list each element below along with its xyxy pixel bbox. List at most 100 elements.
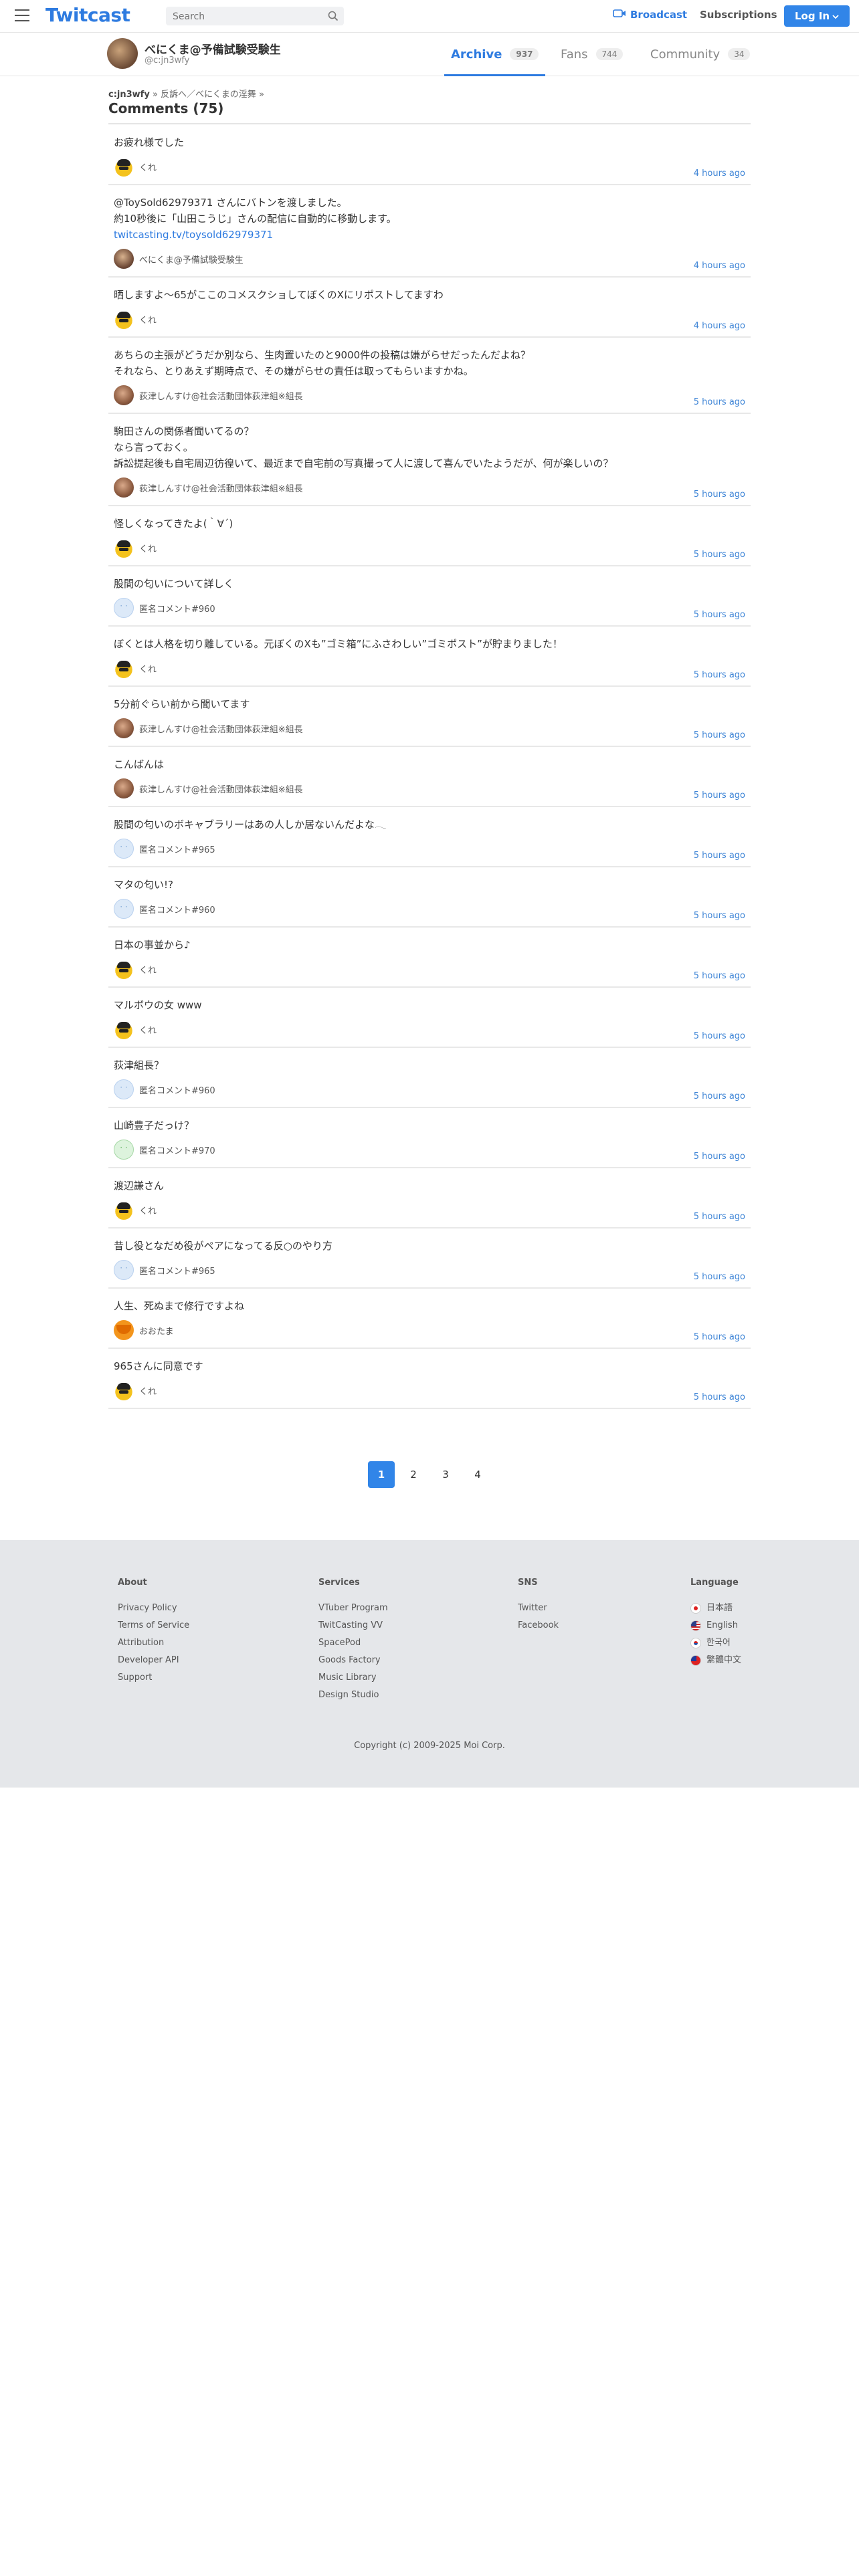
user-name[interactable]: くれ [139, 963, 157, 976]
comment-link[interactable]: twitcasting.tv/toysold62979371 [114, 227, 751, 243]
search-input[interactable] [171, 9, 321, 24]
user-name[interactable]: べにくま@予備試験受験生 [139, 253, 244, 265]
user-name[interactable]: くれ [139, 662, 157, 675]
comment-author[interactable]: 匿名コメント#965 [114, 838, 751, 859]
user-name[interactable]: くれ [139, 1204, 157, 1216]
breadcrumb-movie[interactable]: 反訴へ／べにくまの淫舞 [161, 90, 256, 100]
comment-timestamp[interactable]: 5 hours ago [694, 670, 745, 680]
comment-author[interactable]: くれ [114, 537, 751, 558]
comment-timestamp[interactable]: 5 hours ago [694, 790, 745, 800]
language-option[interactable]: 한국어 [690, 1634, 741, 1652]
comment-timestamp[interactable]: 5 hours ago [694, 730, 745, 740]
search-box[interactable] [166, 7, 344, 25]
page-button[interactable]: 4 [464, 1461, 491, 1488]
breadcrumb-user[interactable]: c:jn3wfy [108, 90, 150, 100]
user-avatar[interactable] [114, 249, 134, 269]
user-avatar[interactable] [114, 385, 134, 405]
page-button[interactable]: 1 [368, 1461, 395, 1488]
page-button[interactable]: 2 [400, 1461, 427, 1488]
tab-community[interactable]: Community 34 [650, 33, 751, 76]
user-name[interactable]: 匿名コメント#960 [139, 1083, 215, 1096]
comment-timestamp[interactable]: 5 hours ago [694, 851, 745, 861]
comment-timestamp[interactable]: 5 hours ago [694, 1272, 745, 1282]
comment-author[interactable]: 荻津しんすけ@社会活動団体荻津組※組長 [114, 385, 751, 406]
language-option[interactable]: 繁體中文 [690, 1652, 741, 1669]
comment-author[interactable]: くれ [114, 1380, 751, 1401]
user-name[interactable]: 匿名コメント#960 [139, 903, 215, 916]
comment-author[interactable]: べにくま@予備試験受験生 [114, 248, 751, 270]
user-avatar[interactable] [114, 1320, 134, 1340]
footer-link[interactable]: Privacy Policy [118, 1600, 189, 1617]
login-button[interactable]: Log In [784, 5, 850, 27]
user-name[interactable]: 匿名コメント#970 [139, 1144, 215, 1156]
footer-link[interactable]: Terms of Service [118, 1617, 189, 1634]
user-avatar[interactable] [114, 1380, 134, 1400]
footer-link[interactable]: SpacePod [318, 1634, 388, 1652]
footer-link[interactable]: Design Studio [318, 1687, 388, 1704]
user-name[interactable]: くれ [139, 1023, 157, 1036]
comment-timestamp[interactable]: 5 hours ago [694, 911, 745, 921]
comment-author[interactable]: 荻津しんすけ@社会活動団体荻津組※組長 [114, 778, 751, 799]
comment-timestamp[interactable]: 5 hours ago [694, 490, 745, 500]
user-name[interactable]: 荻津しんすけ@社会活動団体荻津組※組長 [139, 722, 303, 735]
comment-author[interactable]: 匿名コメント#970 [114, 1139, 751, 1160]
user-name[interactable]: くれ [139, 542, 157, 554]
user-avatar[interactable] [114, 309, 134, 329]
footer-link[interactable]: Facebook [518, 1617, 559, 1634]
user-name[interactable]: くれ [139, 1384, 157, 1397]
search-icon[interactable] [328, 11, 339, 24]
profile-name[interactable]: べにくま@予備試験受験生 [145, 40, 281, 57]
user-avatar[interactable] [114, 1200, 134, 1220]
user-name[interactable]: 荻津しんすけ@社会活動団体荻津組※組長 [139, 389, 303, 402]
comment-timestamp[interactable]: 4 hours ago [694, 169, 745, 179]
user-name[interactable]: 匿名コメント#960 [139, 602, 215, 615]
user-avatar[interactable] [114, 1140, 134, 1160]
user-name[interactable]: 匿名コメント#965 [139, 1264, 215, 1277]
comment-author[interactable]: くれ [114, 1199, 751, 1220]
user-avatar[interactable] [114, 778, 134, 798]
comment-author[interactable]: 匿名コメント#960 [114, 1079, 751, 1100]
user-avatar[interactable] [114, 1079, 134, 1099]
comment-author[interactable]: くれ [114, 958, 751, 980]
comment-author[interactable]: 匿名コメント#960 [114, 597, 751, 619]
user-avatar[interactable] [114, 598, 134, 618]
user-name[interactable]: くれ [139, 313, 157, 326]
comment-author[interactable]: 匿名コメント#960 [114, 898, 751, 920]
menu-icon[interactable] [15, 9, 29, 21]
user-name[interactable]: 荻津しんすけ@社会活動団体荻津組※組長 [139, 481, 303, 494]
tab-archive[interactable]: Archive 937 [444, 33, 546, 76]
tab-fans[interactable]: Fans 744 [561, 33, 624, 76]
user-avatar[interactable] [114, 156, 134, 177]
user-avatar[interactable] [114, 538, 134, 558]
user-avatar[interactable] [114, 1019, 134, 1039]
footer-link[interactable]: Support [118, 1669, 189, 1687]
comment-timestamp[interactable]: 5 hours ago [694, 1212, 745, 1222]
footer-link[interactable]: TwitCasting VV [318, 1617, 388, 1634]
user-avatar[interactable] [114, 477, 134, 498]
footer-link[interactable]: Music Library [318, 1669, 388, 1687]
user-avatar[interactable] [114, 959, 134, 979]
comment-timestamp[interactable]: 4 hours ago [694, 321, 745, 331]
comment-author[interactable]: くれ [114, 1018, 751, 1040]
comment-author[interactable]: くれ [114, 156, 751, 177]
user-avatar[interactable] [114, 658, 134, 678]
comment-timestamp[interactable]: 5 hours ago [694, 1091, 745, 1101]
user-avatar[interactable] [114, 1260, 134, 1280]
user-avatar[interactable] [114, 718, 134, 738]
user-name[interactable]: くれ [139, 160, 157, 173]
comment-author[interactable]: 荻津しんすけ@社会活動団体荻津組※組長 [114, 718, 751, 739]
comment-author[interactable]: 荻津しんすけ@社会活動団体荻津組※組長 [114, 477, 751, 498]
comment-author[interactable]: くれ [114, 657, 751, 679]
profile-avatar[interactable] [107, 38, 138, 69]
comment-timestamp[interactable]: 5 hours ago [694, 550, 745, 560]
footer-link[interactable]: Attribution [118, 1634, 189, 1652]
comment-timestamp[interactable]: 5 hours ago [694, 1152, 745, 1162]
comment-timestamp[interactable]: 5 hours ago [694, 1392, 745, 1402]
comment-timestamp[interactable]: 5 hours ago [694, 1332, 745, 1342]
footer-link[interactable]: Goods Factory [318, 1652, 388, 1669]
comment-timestamp[interactable]: 5 hours ago [694, 397, 745, 407]
comment-timestamp[interactable]: 5 hours ago [694, 1031, 745, 1041]
comment-author[interactable]: 匿名コメント#965 [114, 1259, 751, 1281]
twitcast-logo[interactable]: Twitcast [45, 4, 130, 26]
comment-author[interactable]: おおたま [114, 1319, 751, 1341]
